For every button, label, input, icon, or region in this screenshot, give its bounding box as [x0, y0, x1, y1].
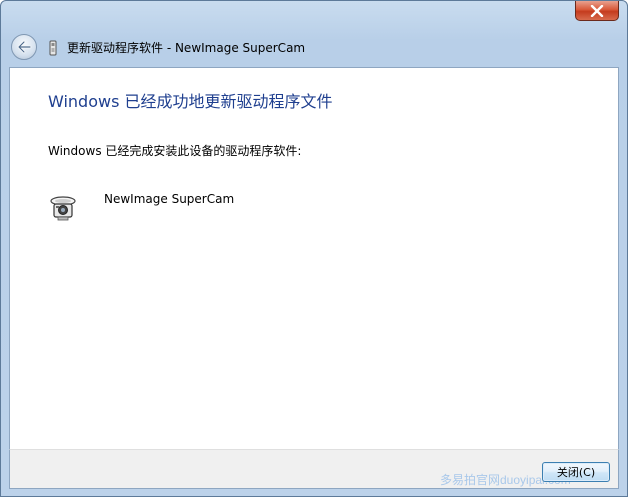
wizard-window: 更新驱动程序软件 - NewImage SuperCam Windows 已经成…: [0, 0, 628, 497]
device-name-label: NewImage SuperCam: [104, 192, 235, 206]
device-icon: [49, 40, 57, 56]
content-panel: Windows 已经成功地更新驱动程序文件 Windows 已经完成安装此设备的…: [9, 67, 619, 449]
page-heading: Windows 已经成功地更新驱动程序文件: [48, 92, 333, 111]
title-bar: [1, 1, 627, 29]
webcam-icon: [50, 196, 76, 221]
window-title: 更新驱动程序软件 - NewImage SuperCam: [67, 41, 306, 55]
close-icon: [590, 4, 604, 17]
back-arrow-icon: [17, 40, 32, 54]
navigation-bar: 更新驱动程序软件 - NewImage SuperCam: [1, 29, 627, 67]
back-button[interactable]: [11, 34, 37, 60]
window-close-button[interactable]: [575, 1, 619, 21]
footer-bar: 多易拍官网duoyipai.com 关闭(C): [9, 449, 619, 489]
close-button[interactable]: 关闭(C): [542, 462, 610, 482]
description-text: Windows 已经完成安装此设备的驱动程序软件:: [48, 144, 302, 158]
